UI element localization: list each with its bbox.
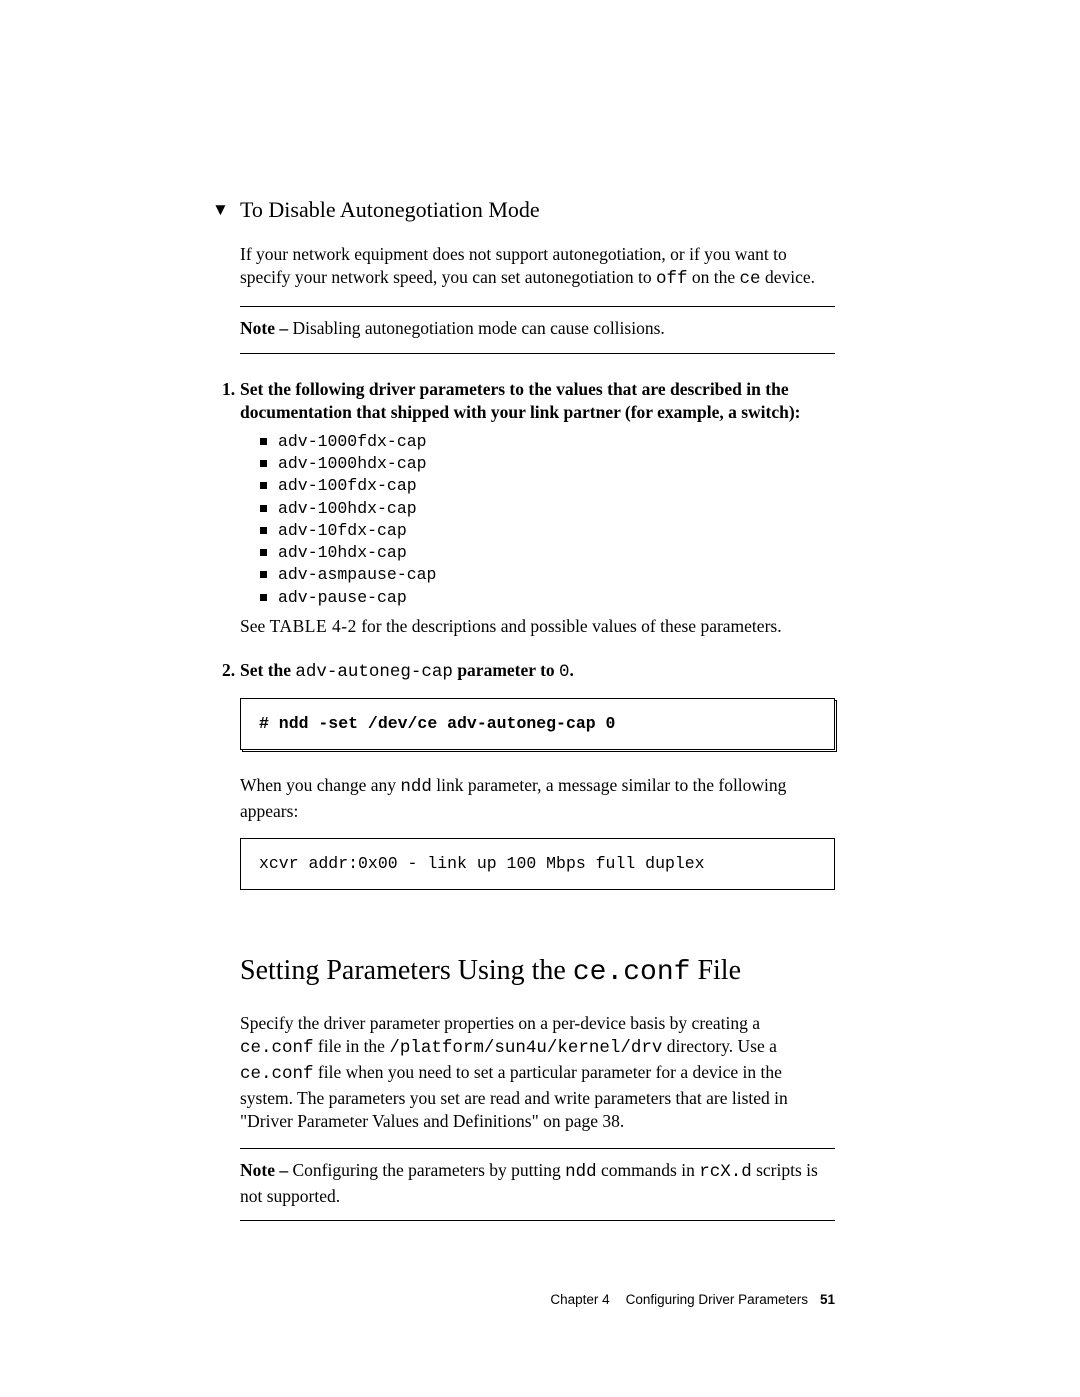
section-heading-ceconf: Setting Parameters Using the ce.conf Fil… [240, 952, 835, 992]
list-item: adv-asmpause-cap [260, 564, 835, 586]
list-item: adv-10hdx-cap [260, 542, 835, 564]
page-footer: Chapter 4 Configuring Driver Parameters 51 [550, 1292, 835, 1307]
intro-paragraph: If your network equipment does not suppo… [240, 243, 835, 292]
code-path: /platform/sun4u/kernel/drv [389, 1038, 662, 1058]
note-text: Disabling autonegotiation mode can cause… [288, 318, 665, 338]
list-item: adv-100hdx-cap [260, 498, 835, 520]
code-rcxd: rcX.d [699, 1162, 752, 1182]
footer-title: Configuring Driver Parameters [626, 1292, 808, 1307]
list-item: adv-10fdx-cap [260, 520, 835, 542]
code-ce-conf: ce.conf [240, 1038, 314, 1058]
change-paragraph: When you change any ndd link parameter, … [240, 774, 835, 823]
code-ce-conf: ce.conf [240, 1064, 314, 1084]
step-number: 2. [222, 659, 235, 683]
step-number: 1. [222, 378, 235, 402]
footer-page-number: 51 [820, 1292, 835, 1307]
note-label: Note – [240, 1160, 288, 1180]
triangle-down-icon: ▼ [212, 199, 229, 222]
parameter-list: adv-1000fdx-cap adv-1000hdx-cap adv-100f… [260, 431, 835, 609]
step-1: 1. Set the following driver parameters t… [222, 378, 835, 639]
see-table-ref: See TABLE 4-2 for the descriptions and p… [240, 615, 835, 639]
code-ndd: ndd [400, 777, 432, 797]
table-reference: TABLE 4-2 [270, 616, 357, 636]
command-box-ndd: # ndd -set /dev/ce adv-autoneg-cap 0 [240, 698, 835, 750]
note-rcxd: Note – Configuring the parameters by put… [240, 1148, 835, 1221]
code-zero: 0 [559, 662, 570, 682]
step-text: Set the adv-autoneg-cap parameter to 0. [240, 660, 574, 680]
list-item: adv-pause-cap [260, 587, 835, 609]
list-item: adv-100fdx-cap [260, 475, 835, 497]
code-off: off [656, 269, 688, 289]
section-heading-text: To Disable Autonegotiation Mode [240, 197, 540, 222]
section-heading-disable-autoneg: ▼ To Disable Autonegotiation Mode [240, 195, 835, 225]
steps-list: 1. Set the following driver parameters t… [222, 378, 835, 890]
page: ▼ To Disable Autonegotiation Mode If you… [0, 0, 1080, 1397]
page-content: ▼ To Disable Autonegotiation Mode If you… [240, 195, 835, 1221]
footer-chapter: Chapter 4 [550, 1292, 609, 1307]
code-ce: ce [740, 269, 761, 289]
code-ndd: ndd [565, 1162, 597, 1182]
note-collisions: Note – Disabling autonegotiation mode ca… [240, 306, 835, 354]
code-ce-conf: ce.conf [573, 957, 691, 988]
step-2: 2. Set the adv-autoneg-cap parameter to … [222, 659, 835, 890]
ceconf-paragraph: Specify the driver parameter properties … [240, 1012, 835, 1134]
step-text: Set the following driver parameters to t… [240, 379, 801, 423]
note-label: Note – [240, 318, 288, 338]
output-box-xcvr: xcvr addr:0x00 - link up 100 Mbps full d… [240, 838, 835, 890]
list-item: adv-1000hdx-cap [260, 453, 835, 475]
list-item: adv-1000fdx-cap [260, 431, 835, 453]
code-adv-autoneg-cap: adv-autoneg-cap [295, 662, 453, 682]
